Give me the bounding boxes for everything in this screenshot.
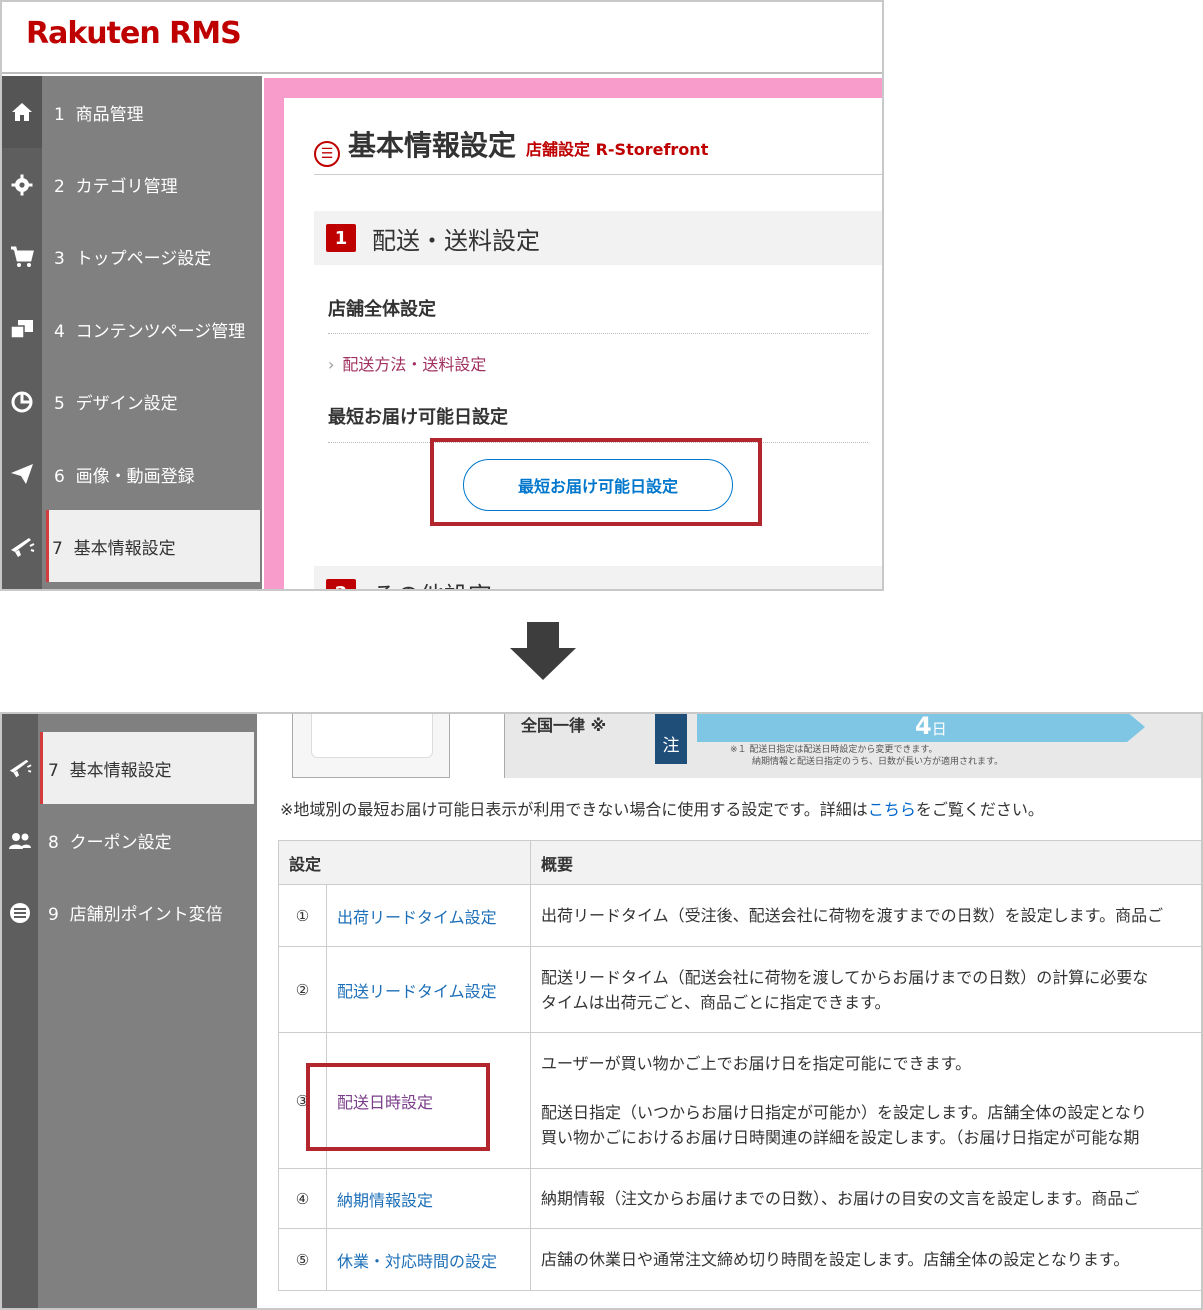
cart-icon bbox=[2, 221, 42, 293]
shortest-delivery-heading: 最短お届け可能日設定 bbox=[328, 407, 508, 428]
delivery-days: 4日 bbox=[915, 712, 947, 740]
delivery-lead-time-link[interactable]: 配送リードタイム設定 bbox=[337, 982, 497, 1001]
info-text: ※地域別の最短お届け可能日表示が利用できない場合に使用する設定です。詳細はこちら… bbox=[280, 800, 1044, 819]
pages-icon bbox=[2, 293, 42, 365]
shortest-delivery-button[interactable]: 最短お届け可能日設定 bbox=[463, 459, 733, 511]
sidebar-item-design[interactable]: 5 デザイン設定 bbox=[2, 366, 262, 438]
header-summary: 概要 bbox=[530, 840, 1201, 885]
rms-screen-bottom: 7 基本情報設定 8 クーポン設定 9 店舗別ポイント変倍 全国一律 ※ 注 4… bbox=[0, 712, 1203, 1310]
shipping-method-link[interactable]: › 配送方法・送料設定 bbox=[328, 351, 486, 375]
delivery-info-link[interactable]: 納期情報設定 bbox=[337, 1191, 433, 1210]
rakuten-rms-logo[interactable]: Rakuten RMS bbox=[26, 16, 242, 51]
holiday-hours-link[interactable]: 休業・対応時間の設定 bbox=[337, 1252, 497, 1271]
header: Rakuten RMS bbox=[2, 2, 882, 74]
order-badge: 注 bbox=[655, 714, 687, 764]
users-icon bbox=[2, 804, 38, 876]
page-title: 基本情報設定 bbox=[348, 129, 517, 162]
delivery-note: ※１ 配送日指定は配送日時設定から変更できます。 納期情報と配送日指定のうち、日… bbox=[730, 745, 1004, 767]
header-setting: 設定 bbox=[278, 840, 531, 885]
sidebar-item-toppage[interactable]: 3 トップページ設定 bbox=[2, 221, 262, 293]
page-subtitle: 店舗設定 R-Storefront bbox=[526, 140, 709, 159]
table-row: ⑤ 休業・対応時間の設定 店舗の休業日や通常注文締め切り時間を設定します。店舗全… bbox=[278, 1228, 1201, 1291]
store-setting-heading: 店舗全体設定 bbox=[328, 299, 436, 320]
section-other: 2 その他設定 bbox=[314, 566, 882, 589]
sidebar-item-contents[interactable]: 4 コンテンツページ管理 bbox=[2, 293, 262, 365]
sidebar-item-category[interactable]: 2 カテゴリ管理 bbox=[2, 148, 262, 220]
table-row: ② 配送リードタイム設定 配送リードタイム（配送会社に荷物を渡してからお届けまで… bbox=[278, 946, 1201, 1033]
home-icon bbox=[2, 76, 42, 148]
details-link[interactable]: こちら bbox=[868, 800, 916, 819]
gear-icon bbox=[2, 148, 42, 220]
delivery-preview: 全国一律 ※ 注 4日 ※１ 配送日指定は配送日時設定から変更できます。 納期情… bbox=[292, 712, 1201, 778]
list-circle-icon bbox=[2, 877, 38, 949]
shipping-lead-time-link[interactable]: 出荷リードタイム設定 bbox=[337, 908, 497, 927]
send-icon bbox=[2, 438, 42, 510]
megaphone-icon bbox=[2, 732, 38, 804]
chevron-right-icon: › bbox=[328, 355, 335, 374]
sidebar-item-product[interactable]: 1 商品管理 bbox=[2, 76, 262, 149]
tab-left[interactable] bbox=[292, 714, 450, 778]
sidebar-item-basic-info[interactable]: 7 基本情報設定 bbox=[2, 510, 262, 583]
rms-screen-top: Rakuten RMS 1 商品管理 2 カテゴリ管理 3 トップページ設定 4… bbox=[0, 0, 884, 591]
down-arrow-icon bbox=[510, 622, 576, 682]
sidebar-item-images[interactable]: 6 画像・動画登録 bbox=[2, 438, 262, 510]
sidebar-item-point[interactable]: 9 店舗別ポイント変倍 bbox=[2, 877, 257, 949]
list-icon: ☰ bbox=[314, 141, 340, 167]
table-row: ① 出荷リードタイム設定 出荷リードタイム（受注後、配送会社に荷物を渡すまでの日… bbox=[278, 884, 1201, 947]
pie-chart-icon bbox=[2, 366, 42, 438]
sidebar: 7 基本情報設定 8 クーポン設定 9 店舗別ポイント変倍 bbox=[2, 714, 257, 1308]
section-shipping: 1 配送・送料設定 bbox=[314, 211, 882, 265]
sidebar-item-coupon[interactable]: 8 クーポン設定 bbox=[2, 804, 257, 876]
tab-right: 全国一律 ※ 注 4日 ※１ 配送日指定は配送日時設定から変更できます。 納期情… bbox=[504, 712, 1201, 778]
megaphone-icon bbox=[2, 510, 42, 582]
highlight-box bbox=[306, 1063, 490, 1151]
table-row: ④ 納期情報設定 納期情報（注文からお届けまでの日数）、お届けの目安の文言を設定… bbox=[278, 1168, 1201, 1229]
sidebar: 1 商品管理 2 カテゴリ管理 3 トップページ設定 4 コンテンツページ管理 bbox=[2, 76, 262, 589]
main-content: ☰ 基本情報設定 店舗設定 R-Storefront 1 配送・送料設定 店舗全… bbox=[284, 98, 882, 589]
sidebar-item-basic-info[interactable]: 7 基本情報設定 bbox=[2, 732, 257, 804]
